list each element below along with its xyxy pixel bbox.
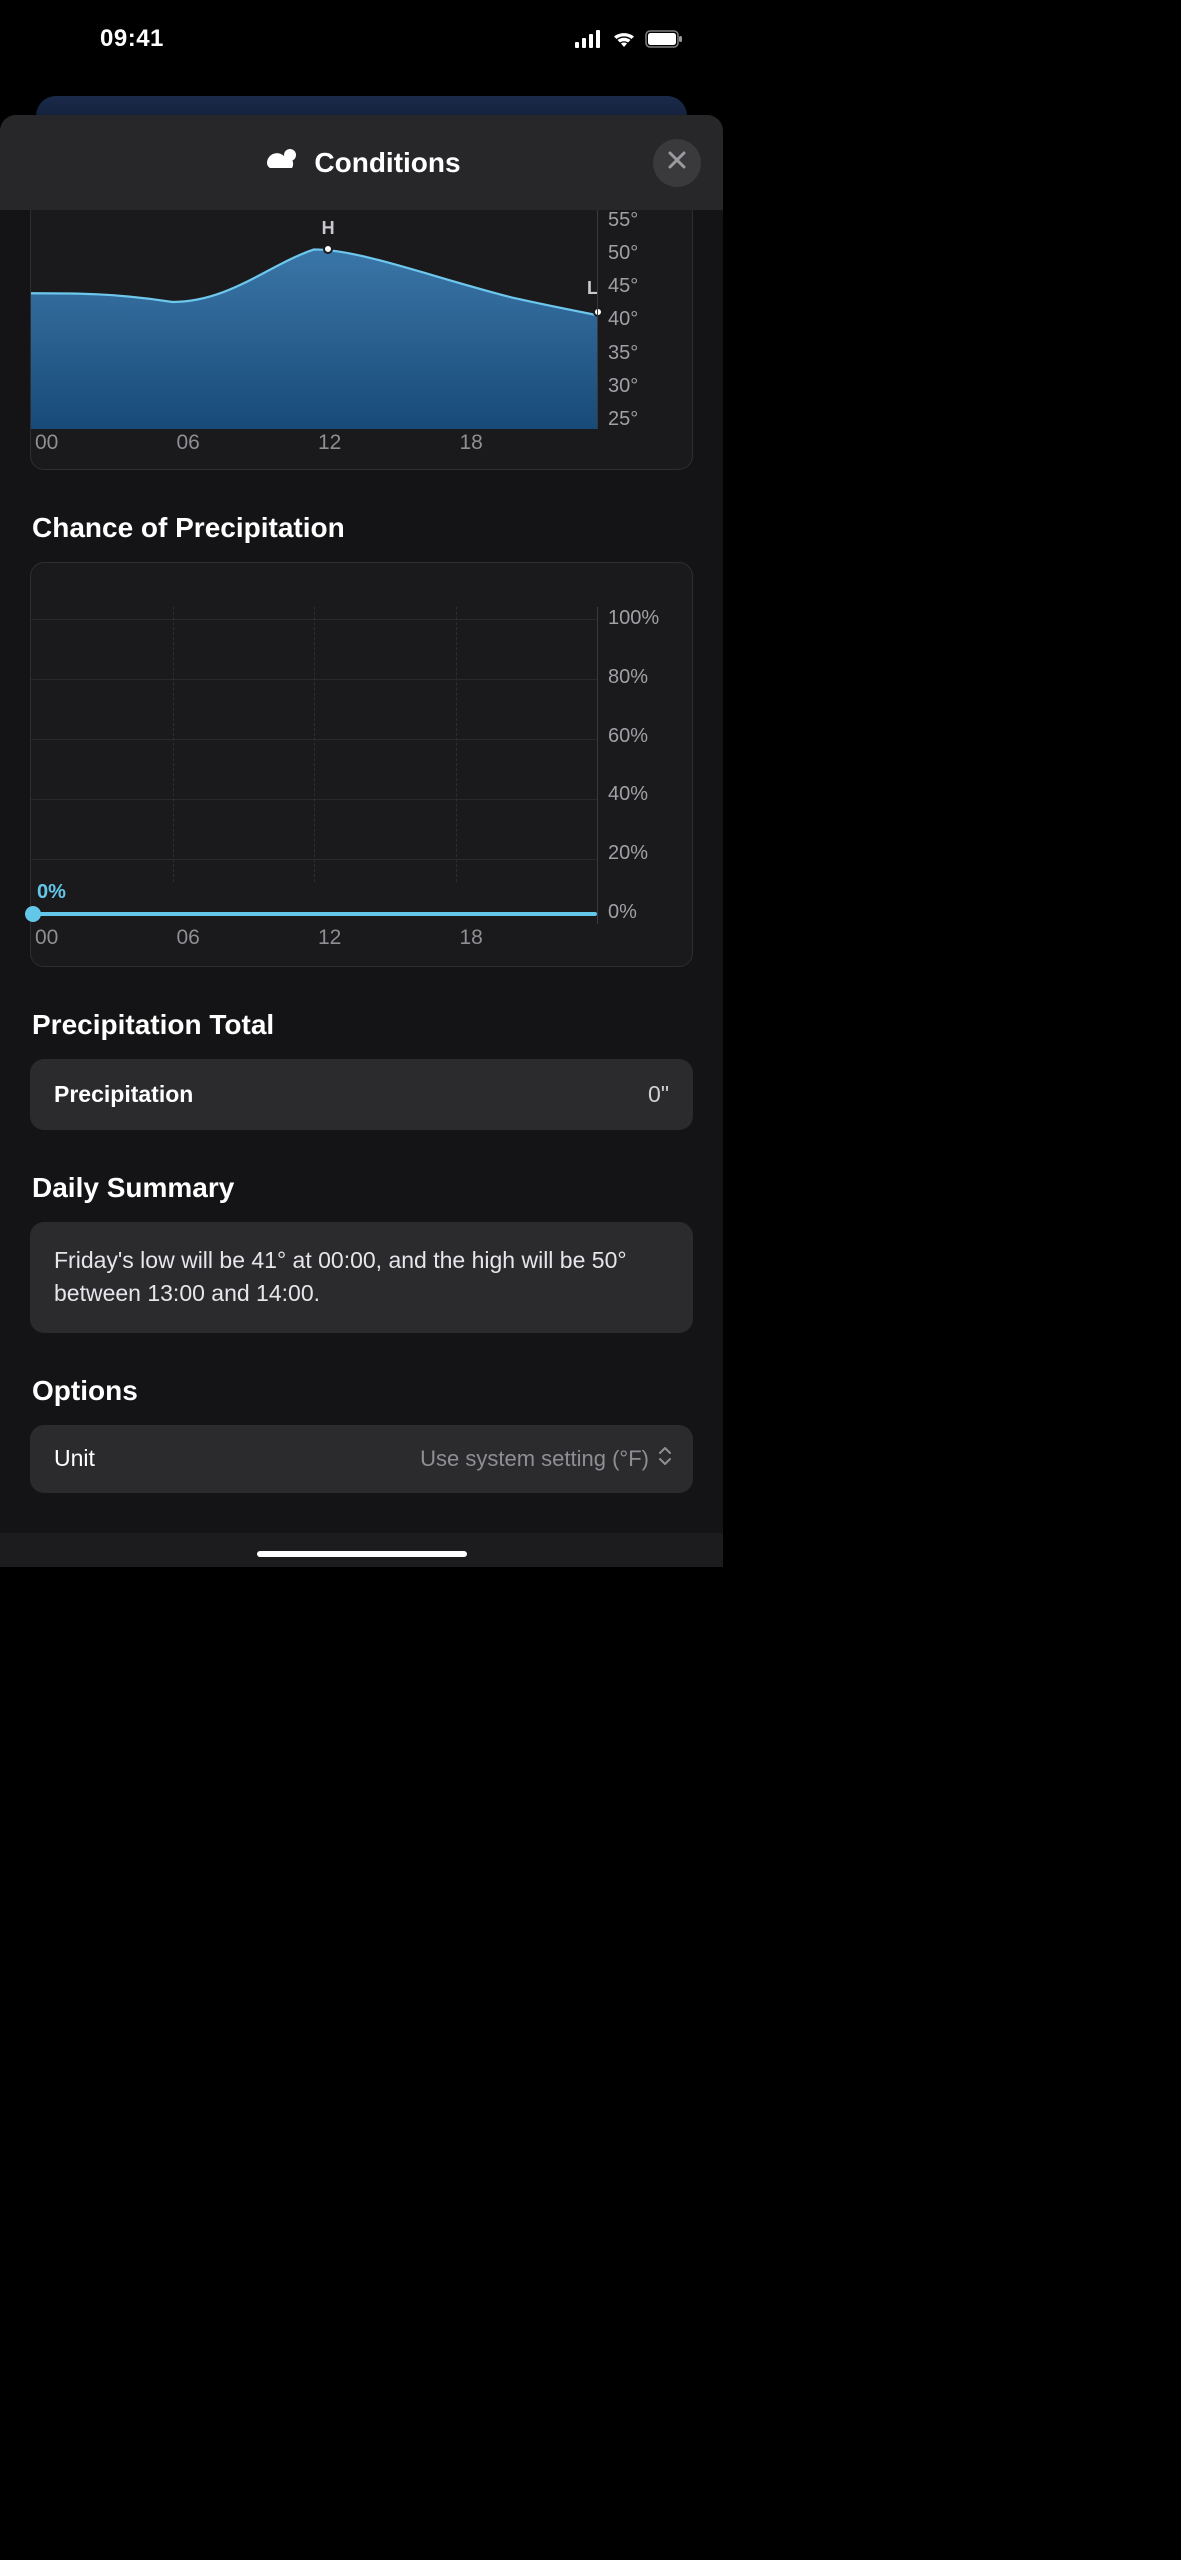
temperature-x-axis: 00 06 12 18 — [31, 431, 597, 469]
precipitation-chance-title: Chance of Precipitation — [32, 512, 691, 544]
precipitation-chart[interactable]: 0% 100% 80% 60% 40% 20% 0% 00 06 12 18 — [30, 562, 693, 967]
grid-line — [314, 607, 315, 882]
precipitation-x-axis: 00 06 12 18 — [31, 926, 597, 966]
close-icon — [667, 150, 687, 175]
y-tick: 60% — [608, 725, 682, 748]
daily-summary-text: Friday's low will be 41° at 00:00, and t… — [54, 1244, 669, 1311]
grid-line — [456, 607, 457, 882]
home-indicator[interactable] — [257, 1551, 467, 1557]
y-tick: 0% — [608, 901, 682, 924]
options-title: Options — [32, 1375, 691, 1407]
y-tick: 45° — [608, 276, 680, 296]
y-tick: 40° — [608, 309, 680, 329]
daily-summary-title: Daily Summary — [32, 1172, 691, 1204]
status-bar: 09:41 — [0, 0, 723, 70]
unit-value: Use system setting (°F) — [420, 1446, 649, 1472]
status-time: 09:41 — [100, 25, 164, 53]
temperature-chart[interactable]: H L 55° 50° 45° 40° 35° 30° 25° 00 06 12… — [30, 210, 693, 470]
x-tick: 06 — [173, 431, 315, 469]
x-tick: 06 — [173, 926, 315, 966]
precipitation-data-line — [31, 912, 597, 916]
status-indicators — [575, 29, 683, 49]
y-tick: 50° — [608, 243, 680, 263]
x-tick: 00 — [31, 431, 173, 469]
temp-high-dot — [323, 244, 333, 254]
chevron-up-down-icon — [657, 1445, 673, 1473]
temp-high-label: H — [322, 218, 335, 239]
precipitation-current-value: 0% — [37, 881, 66, 904]
cloud-icon — [262, 146, 302, 179]
y-tick: 25° — [608, 409, 680, 429]
unit-option-row[interactable]: Unit Use system setting (°F) — [30, 1425, 693, 1493]
y-tick: 40% — [608, 783, 682, 806]
precipitation-plot-area: 0% — [31, 563, 597, 924]
y-tick: 30° — [608, 376, 680, 396]
y-tick: 80% — [608, 666, 682, 689]
temperature-plot-area: H L — [31, 210, 597, 429]
daily-summary-card: Friday's low will be 41° at 00:00, and t… — [30, 1222, 693, 1333]
sheet-title: Conditions — [314, 147, 460, 179]
y-tick: 55° — [608, 210, 680, 230]
x-tick: 12 — [314, 431, 456, 469]
x-tick: 00 — [31, 926, 173, 966]
y-tick: 35° — [608, 343, 680, 363]
precipitation-total-value: 0" — [648, 1081, 669, 1108]
precipitation-total-card: Precipitation 0" — [30, 1059, 693, 1130]
battery-icon — [645, 30, 683, 48]
cellular-signal-icon — [575, 30, 603, 48]
wifi-icon — [611, 29, 637, 49]
x-tick: 12 — [314, 926, 456, 966]
precipitation-start-dot — [25, 906, 41, 922]
grid-line — [173, 607, 174, 882]
precipitation-total-title: Precipitation Total — [32, 1009, 691, 1041]
x-tick: 18 — [456, 926, 598, 966]
precipitation-total-label: Precipitation — [54, 1081, 193, 1108]
unit-value-wrap: Use system setting (°F) — [420, 1445, 673, 1473]
y-tick: 20% — [608, 842, 682, 865]
x-tick: 18 — [456, 431, 598, 469]
y-tick: 100% — [608, 607, 682, 630]
conditions-sheet: Conditions — [0, 115, 723, 1567]
temperature-y-axis: 55° 50° 45° 40° 35° 30° 25° — [597, 210, 692, 429]
unit-label: Unit — [54, 1445, 95, 1472]
close-button[interactable] — [653, 139, 701, 187]
sheet-header: Conditions — [0, 115, 723, 210]
precipitation-y-axis: 100% 80% 60% 40% 20% 0% — [597, 607, 692, 924]
sheet-body: H L 55° 50° 45° 40° 35° 30° 25° 00 06 12… — [0, 210, 723, 1533]
